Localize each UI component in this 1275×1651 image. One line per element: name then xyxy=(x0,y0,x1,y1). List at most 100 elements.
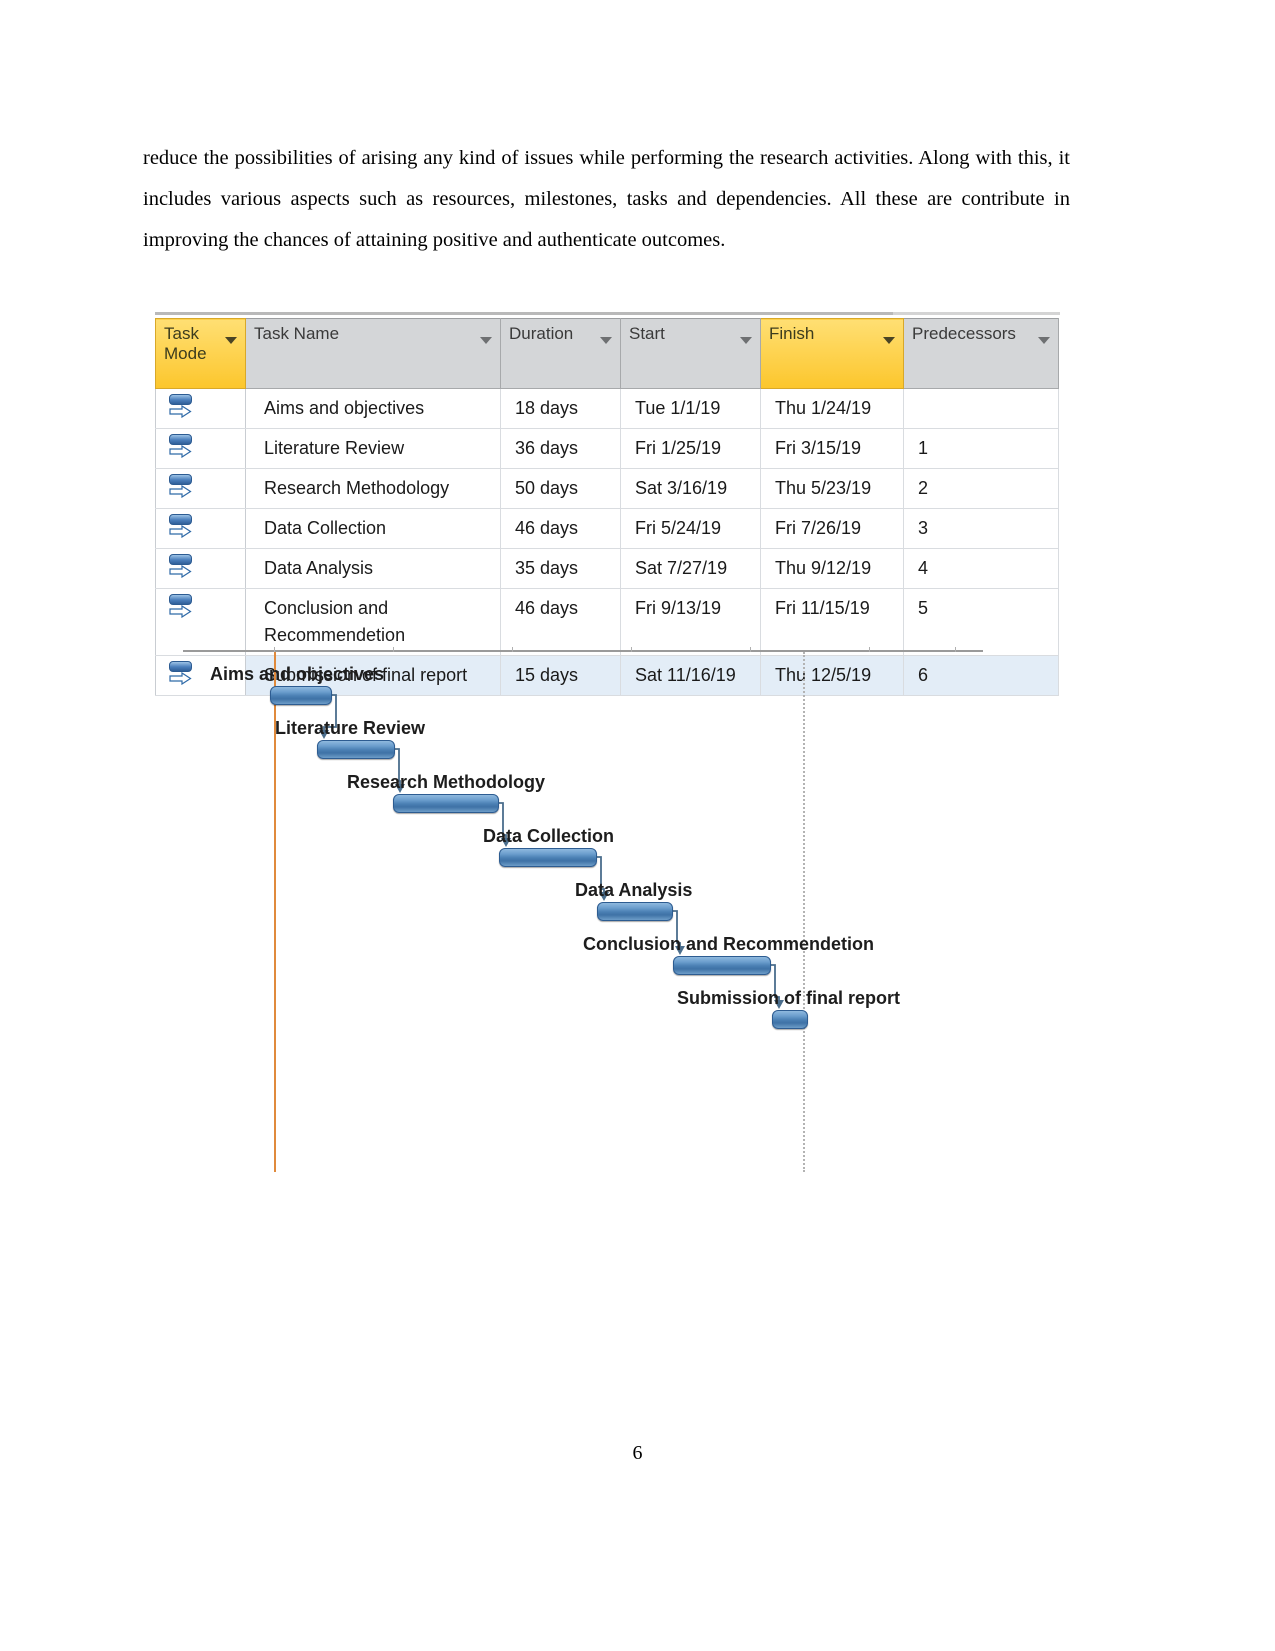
auto-schedule-icon[interactable] xyxy=(168,472,194,504)
task-table: Task Mode Task Name Duration Start Finis… xyxy=(155,318,1059,696)
chevron-down-icon[interactable] xyxy=(1038,337,1050,344)
cell-task-mode[interactable] xyxy=(155,508,246,549)
column-header-start[interactable]: Start xyxy=(620,318,761,389)
cell-task-name[interactable]: Aims and objectives xyxy=(245,388,501,429)
gantt-bar[interactable] xyxy=(317,740,395,759)
table-header-row: Task Mode Task Name Duration Start Finis… xyxy=(155,318,1059,389)
gantt-bar-label: Literature Review xyxy=(275,718,426,738)
gantt-bar-label: Aims and objectives xyxy=(210,664,385,684)
ms-project-screenshot: Task Mode Task Name Duration Start Finis… xyxy=(155,312,1060,1192)
auto-schedule-icon[interactable] xyxy=(168,392,194,424)
column-header-label: Task Mode xyxy=(164,324,207,363)
column-header-label: Finish xyxy=(769,324,815,343)
gantt-bar-label: Research Methodology xyxy=(347,772,546,792)
cell-predecessors[interactable] xyxy=(903,388,1059,429)
cell-finish[interactable]: Fri 7/26/19 xyxy=(760,508,904,549)
cell-predecessors[interactable]: 1 xyxy=(903,428,1059,469)
cell-finish[interactable]: Thu 1/24/19 xyxy=(760,388,904,429)
cell-start[interactable]: Fri 9/13/19 xyxy=(620,588,761,656)
gantt-chart: Aims and objectives Literature Review Rese… xyxy=(155,647,1060,1190)
cell-finish[interactable]: Thu 9/12/19 xyxy=(760,548,904,589)
auto-schedule-icon[interactable] xyxy=(168,512,194,544)
auto-schedule-icon-bar xyxy=(169,594,192,605)
table-row[interactable]: Data Collection 46 days Fri 5/24/19 Fri 7/2… xyxy=(155,508,1059,549)
column-header-duration[interactable]: Duration xyxy=(500,318,621,389)
column-header-finish[interactable]: Finish xyxy=(760,318,904,389)
column-header-label: Duration xyxy=(509,324,574,343)
cell-task-mode[interactable] xyxy=(155,548,246,589)
chevron-down-icon[interactable] xyxy=(740,337,752,344)
auto-schedule-icon-bar xyxy=(169,394,192,405)
cell-task-mode[interactable] xyxy=(155,428,246,469)
auto-schedule-icon-bar xyxy=(169,554,192,565)
table-row[interactable]: Conclusion and Recommendetion 46 days Fri … xyxy=(155,588,1059,656)
chevron-down-icon[interactable] xyxy=(480,337,492,344)
auto-schedule-icon[interactable] xyxy=(168,592,194,624)
auto-schedule-icon-bar xyxy=(169,474,192,485)
cell-duration[interactable]: 18 days xyxy=(500,388,621,429)
gantt-bar-label: Conclusion and Recommendetion xyxy=(583,934,875,954)
cell-task-name[interactable]: Data Analysis xyxy=(245,548,501,589)
cell-start[interactable]: Fri 5/24/19 xyxy=(620,508,761,549)
window-top-rule-right xyxy=(893,312,1060,315)
gantt-bar-label: Data Analysis xyxy=(575,880,693,900)
table-row[interactable]: Aims and objectives 18 days Tue 1/1/19 Thu … xyxy=(155,388,1059,429)
cell-task-mode[interactable] xyxy=(155,468,246,509)
column-header-label: Task Name xyxy=(254,324,340,343)
cell-start[interactable]: Fri 1/25/19 xyxy=(620,428,761,469)
gantt-bar[interactable] xyxy=(597,902,673,921)
cell-start[interactable]: Sat 7/27/19 xyxy=(620,548,761,589)
cell-predecessors[interactable]: 5 xyxy=(903,588,1059,656)
column-header-label: Start xyxy=(629,324,665,343)
body-paragraph: reduce the possibilities of arising any … xyxy=(143,147,1070,251)
body-paragraph-block: reduce the possibilities of arising any … xyxy=(143,138,1070,260)
auto-schedule-icon-arrow xyxy=(169,525,192,538)
column-header-task-name[interactable]: Task Name xyxy=(245,318,501,389)
cell-duration[interactable]: 46 days xyxy=(500,588,621,656)
cell-task-mode[interactable] xyxy=(155,588,246,656)
auto-schedule-icon-arrow xyxy=(169,605,192,618)
column-header-task-mode[interactable]: Task Mode xyxy=(155,318,246,389)
gantt-bar[interactable] xyxy=(393,794,499,813)
cell-start[interactable]: Tue 1/1/19 xyxy=(620,388,761,429)
cell-predecessors[interactable]: 3 xyxy=(903,508,1059,549)
table-row[interactable]: Research Methodology 50 days Sat 3/16/19 Th… xyxy=(155,468,1059,509)
auto-schedule-icon-arrow xyxy=(169,485,192,498)
auto-schedule-icon-arrow xyxy=(169,405,192,418)
auto-schedule-icon[interactable] xyxy=(168,552,194,584)
gantt-bar[interactable] xyxy=(270,686,332,705)
auto-schedule-icon-bar xyxy=(169,514,192,525)
auto-schedule-icon-arrow xyxy=(169,445,192,458)
auto-schedule-icon-bar xyxy=(169,434,192,445)
chevron-down-icon[interactable] xyxy=(883,337,895,344)
cell-start[interactable]: Sat 3/16/19 xyxy=(620,468,761,509)
column-header-label: Predecessors xyxy=(912,324,1016,343)
cell-finish[interactable]: Fri 3/15/19 xyxy=(760,428,904,469)
cell-task-name[interactable]: Literature Review xyxy=(245,428,501,469)
cell-finish[interactable]: Fri 11/15/19 xyxy=(760,588,904,656)
gantt-bar[interactable] xyxy=(673,956,771,975)
page-number: 6 xyxy=(632,1442,643,1464)
cell-task-name[interactable]: Conclusion and Recommendetion xyxy=(245,588,501,656)
cell-finish[interactable]: Thu 5/23/19 xyxy=(760,468,904,509)
cell-task-mode[interactable] xyxy=(155,388,246,429)
table-row[interactable]: Data Analysis 35 days Sat 7/27/19 Thu 9/12/… xyxy=(155,548,1059,589)
auto-schedule-icon[interactable] xyxy=(168,432,194,464)
cell-task-name[interactable]: Research Methodology xyxy=(245,468,501,509)
table-row[interactable]: Literature Review 36 days Fri 1/25/19 Fri 3… xyxy=(155,428,1059,469)
chevron-down-icon[interactable] xyxy=(225,337,237,344)
gantt-bar-label: Submission of final report xyxy=(677,988,901,1008)
column-header-predecessors[interactable]: Predecessors xyxy=(903,318,1059,389)
cell-duration[interactable]: 50 days xyxy=(500,468,621,509)
gantt-bar[interactable] xyxy=(772,1010,808,1029)
cell-predecessors[interactable]: 4 xyxy=(903,548,1059,589)
gantt-bar[interactable] xyxy=(499,848,597,867)
cell-duration[interactable]: 46 days xyxy=(500,508,621,549)
cell-predecessors[interactable]: 2 xyxy=(903,468,1059,509)
auto-schedule-icon-arrow xyxy=(169,565,192,578)
chevron-down-icon[interactable] xyxy=(600,337,612,344)
cell-task-name[interactable]: Data Collection xyxy=(245,508,501,549)
gantt-bar-label: Data Collection xyxy=(483,826,615,846)
cell-duration[interactable]: 35 days xyxy=(500,548,621,589)
cell-duration[interactable]: 36 days xyxy=(500,428,621,469)
